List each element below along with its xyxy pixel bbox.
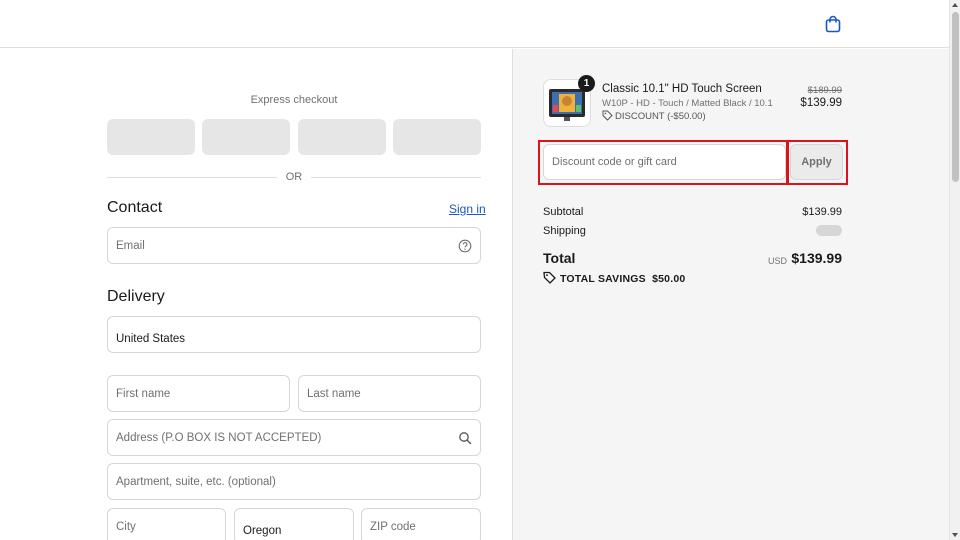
last-name-field[interactable]: Last name (298, 375, 481, 412)
express-pay-button-4[interactable] (393, 119, 481, 155)
zip-placeholder: ZIP code (370, 521, 416, 533)
shipping-label: Shipping (543, 225, 586, 237)
email-placeholder: Email (116, 240, 145, 252)
scroll-thumb[interactable] (952, 12, 959, 182)
quantity-badge: 1 (578, 75, 595, 92)
country-select[interactable]: United States (107, 316, 481, 353)
zip-field[interactable]: ZIP code (361, 508, 481, 540)
subtotal-label: Subtotal (543, 206, 584, 218)
contact-heading: Contact (107, 199, 163, 216)
total-savings-value: $50.00 (652, 273, 686, 285)
total-currency: USD (767, 256, 787, 266)
tag-icon (602, 110, 613, 121)
address-placeholder: Address (P.O BOX IS NOT ACCEPTED) (116, 432, 322, 444)
product-variant: W10P - HD - Touch / Matted Black / 10.1 (602, 98, 773, 109)
city-placeholder: City (116, 521, 136, 533)
express-pay-button-2[interactable] (202, 119, 290, 155)
sign-in-link[interactable]: Sign in (449, 202, 486, 216)
state-select[interactable]: Oregon (234, 508, 354, 540)
scroll-up-arrow[interactable] (952, 3, 958, 7)
total-savings-label: TOTAL SAVINGS (560, 273, 646, 285)
tag-icon (543, 271, 556, 284)
top-bar (0, 0, 949, 48)
discount-code-input[interactable]: Discount code or gift card (543, 144, 786, 180)
product-discount: DISCOUNT (-$50.00) (602, 110, 706, 122)
country-value: United States (116, 333, 186, 345)
city-field[interactable]: City (107, 508, 226, 540)
first-name-field[interactable]: First name (107, 375, 290, 412)
total-value: $139.99 (791, 250, 842, 266)
state-value: Oregon (243, 525, 282, 537)
express-pay-button-1[interactable] (107, 119, 195, 155)
divider-line (311, 177, 481, 178)
checkout-form: Express checkout OR Contact Sign in Emai… (0, 49, 512, 540)
discount-code-placeholder: Discount code or gift card (552, 156, 677, 168)
apartment-placeholder: Apartment, suite, etc. (optional) (116, 476, 276, 488)
subtotal-value: $139.99 (802, 206, 842, 218)
apply-button[interactable]: Apply (790, 144, 843, 180)
last-name-placeholder: Last name (307, 388, 361, 400)
first-name-placeholder: First name (116, 388, 171, 400)
order-summary: 1 Classic 10.1" HD Touch Screen W10P - H… (512, 49, 949, 540)
express-checkout-label: Express checkout (250, 94, 338, 106)
apartment-field[interactable]: Apartment, suite, etc. (optional) (107, 463, 481, 500)
original-price: $189.99 (807, 85, 842, 96)
or-divider: OR (107, 170, 481, 184)
delivery-heading: Delivery (107, 288, 165, 305)
product-title: Classic 10.1" HD Touch Screen (602, 83, 762, 95)
shipping-placeholder-pill (816, 225, 842, 236)
total-label: Total (543, 250, 576, 266)
express-pay-button-3[interactable] (298, 119, 386, 155)
email-field[interactable]: Email (107, 227, 481, 264)
total-savings: TOTAL SAVINGS $50.00 (543, 271, 685, 285)
shopping-bag-icon[interactable] (824, 15, 842, 33)
scroll-down-arrow[interactable] (952, 533, 958, 537)
item-price: $139.99 (800, 97, 842, 109)
question-circle-icon[interactable] (458, 239, 472, 253)
address-field[interactable]: Address (P.O BOX IS NOT ACCEPTED) (107, 419, 481, 456)
search-icon (459, 432, 472, 445)
scrollbar[interactable] (949, 0, 960, 540)
product-discount-text: DISCOUNT (-$50.00) (615, 111, 706, 122)
